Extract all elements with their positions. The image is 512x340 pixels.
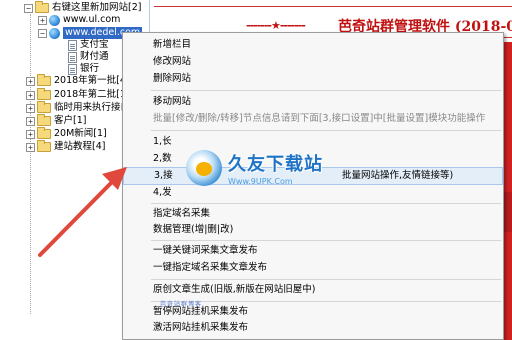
tree-column-3-label[interactable]: 银行 bbox=[80, 63, 99, 75]
watermark-logo-icon bbox=[186, 150, 222, 186]
expand-icon[interactable]: + bbox=[26, 142, 35, 152]
tree-group-5-label[interactable]: 20M新闻[1] bbox=[54, 128, 107, 140]
menu-item-data-manage[interactable]: 数据管理(增|删|改) bbox=[123, 222, 503, 238]
expand-icon[interactable]: + bbox=[38, 15, 47, 25]
menu-separator bbox=[151, 130, 501, 131]
menu-item-step-1[interactable]: 1,长 bbox=[123, 134, 503, 150]
tree-column-1[interactable]: 支付宝 bbox=[68, 39, 109, 51]
tree-group-3[interactable]: + 临时用来执行接口 bbox=[26, 101, 130, 114]
menu-separator bbox=[151, 90, 501, 91]
menu-item-batch-note: 批量[修改/删除/转移]节点信息请到下面[3,接口设置]中[批量设置]模块功能操… bbox=[153, 113, 486, 124]
watermark-title: 久友下载站 bbox=[228, 154, 323, 175]
folder-icon bbox=[37, 74, 51, 86]
context-menu: 新增栏目 修改网站 删除网站 移动网站 批量[修改/删除/转移]节点信息请到下面… bbox=[122, 32, 504, 340]
menu-separator bbox=[151, 301, 501, 302]
tree-site-1-label[interactable]: www.ul.com bbox=[63, 14, 120, 26]
tree-root-label[interactable]: 右键这里新加网站[2] bbox=[52, 2, 141, 14]
menu-item-step-4[interactable]: 4,发 bbox=[123, 185, 503, 201]
folder-icon bbox=[35, 1, 49, 13]
menu-item-domain-collect[interactable]: 指定域名采集 bbox=[123, 206, 503, 222]
menu-separator bbox=[151, 279, 501, 280]
menu-item-activate-hosting[interactable]: 激活网站挂机采集发布 bbox=[123, 320, 503, 336]
menu-item-domain-publish[interactable]: 一键指定域名采集文章发布 bbox=[123, 260, 503, 276]
tree-root[interactable]: − 右键这里新加网站[2] bbox=[24, 1, 141, 14]
folder-icon bbox=[37, 114, 51, 126]
menu-item-delete-site[interactable]: 删除网站 bbox=[123, 71, 503, 87]
tree-group-6-label[interactable]: 建站教程[4] bbox=[54, 141, 105, 153]
menu-separator bbox=[151, 240, 501, 241]
menu-item-step-3-suffix: 批量网站操作,友情链接等) bbox=[342, 170, 454, 181]
watermark: 久友下载站 Www.9UPK.Com bbox=[186, 150, 323, 186]
folder-icon bbox=[37, 88, 51, 100]
page-icon bbox=[68, 39, 77, 51]
menu-item-edit-site[interactable]: 修改网站 bbox=[123, 54, 503, 70]
tree-group-2[interactable]: + 2018年第二批[1] bbox=[26, 88, 130, 101]
expand-icon[interactable]: + bbox=[26, 129, 35, 139]
folder-icon bbox=[37, 127, 51, 139]
tree-group-1[interactable]: + 2018年第一批[4] bbox=[26, 74, 130, 87]
tree-column-2[interactable]: 财付通 bbox=[68, 51, 109, 63]
tree-site-1[interactable]: + www.ul.com bbox=[38, 14, 120, 26]
page-icon bbox=[68, 51, 77, 63]
tree-group-4[interactable]: + 客户[1] bbox=[26, 114, 86, 127]
tree-group-5[interactable]: + 20M新闻[1] bbox=[26, 127, 107, 140]
tree-group-2-label[interactable]: 2018年第二批[1] bbox=[54, 89, 130, 101]
expand-icon[interactable]: + bbox=[26, 116, 35, 126]
tree-guide-line bbox=[30, 14, 31, 314]
tree-group-3-label[interactable]: 临时用来执行接口 bbox=[54, 102, 130, 114]
menu-separator bbox=[151, 203, 501, 204]
expand-icon[interactable]: + bbox=[26, 90, 35, 100]
menu-item-move-site[interactable]: 移动网站 bbox=[123, 94, 503, 110]
tree-column-2-label[interactable]: 财付通 bbox=[80, 51, 109, 63]
globe-icon bbox=[49, 27, 60, 39]
tree-column-1-label[interactable]: 支付宝 bbox=[80, 39, 109, 51]
menu-item-add-column[interactable]: 新增栏目 bbox=[123, 37, 503, 53]
menu-item-original-article[interactable]: 原创文章生成(旧版,新版在网站旧屋中) bbox=[123, 282, 503, 298]
collapse-icon[interactable]: − bbox=[24, 3, 33, 13]
collapse-icon[interactable]: − bbox=[38, 28, 47, 38]
watermark-small: 芭奇站群博客 bbox=[160, 301, 203, 308]
tree-group-4-label[interactable]: 客户[1] bbox=[54, 115, 86, 127]
page-icon bbox=[68, 63, 77, 75]
folder-icon bbox=[37, 140, 51, 152]
banner-decoration: -------★------- bbox=[246, 19, 306, 32]
folder-icon bbox=[37, 101, 51, 113]
tree-column-3[interactable]: 银行 bbox=[68, 63, 99, 75]
tree-group-6[interactable]: + 建站教程[4] bbox=[26, 140, 105, 153]
watermark-url: Www.9UPK.Com bbox=[228, 177, 293, 186]
expand-icon[interactable]: + bbox=[26, 76, 35, 86]
menu-item-step-3-label: 3,接 bbox=[154, 170, 173, 181]
globe-icon bbox=[49, 14, 60, 26]
expand-icon[interactable]: + bbox=[26, 103, 35, 113]
menu-item-keyword-publish[interactable]: 一键关键词采集文章发布 bbox=[123, 243, 503, 259]
tree-group-1-label[interactable]: 2018年第一批[4] bbox=[54, 75, 130, 87]
